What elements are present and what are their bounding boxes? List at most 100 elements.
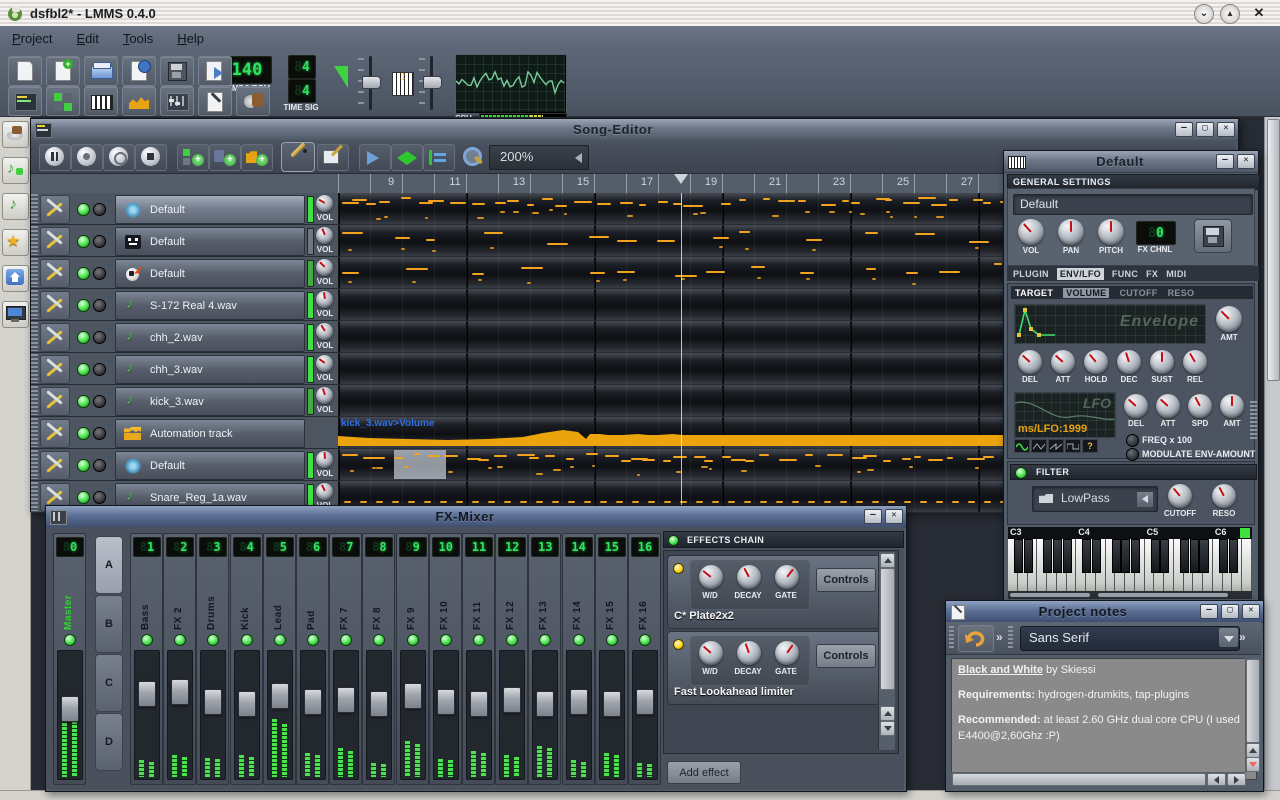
fx-channel-strip[interactable]: 8 8 FX 8 <box>362 533 396 785</box>
notes-hscroll-handle[interactable] <box>952 773 1206 786</box>
effect-knob-w-d[interactable] <box>699 565 723 589</box>
new-project-button[interactable] <box>8 56 42 86</box>
open-project-button[interactable] <box>84 56 118 86</box>
instrument-vol-knob[interactable] <box>1018 219 1044 245</box>
piano-black-key[interactable] <box>1150 539 1160 573</box>
instrument-tab-bar[interactable]: PLUGIN ENV/LFO FUNC FX MIDI <box>1007 266 1259 281</box>
fx-channel-strip[interactable]: 8 9 FX 9 <box>395 533 429 785</box>
notes-toolbar-grip2[interactable] <box>1008 626 1013 650</box>
notes-scroll-down-button[interactable] <box>1246 757 1260 772</box>
fx-channel-number-display[interactable]: 16 <box>631 537 659 557</box>
fx-channel-strip[interactable]: 8 7 FX 7 <box>329 533 363 785</box>
notes-horizontal-scrollbar[interactable] <box>951 772 1246 786</box>
instrument-resize-grip[interactable] <box>1250 401 1257 441</box>
track-mute-led[interactable] <box>77 235 90 248</box>
fx-channel-mute-led[interactable] <box>207 634 220 646</box>
fx-mixer-window-minimize-button[interactable]: – <box>864 509 882 524</box>
track-grip-handle[interactable] <box>31 194 38 223</box>
octave-label[interactable]: C6 <box>1215 527 1227 537</box>
timeline-number[interactable]: 19 <box>701 176 721 188</box>
effects-list[interactable]: W/D DECAY GATE Controls C* Plate2x2 W/D DECAY G… <box>663 550 899 754</box>
track-tools-button[interactable] <box>40 323 70 352</box>
fx-channel-fader-slot[interactable] <box>333 650 360 780</box>
track-name-plate[interactable]: ♪ kick_3.wav <box>115 387 305 416</box>
fx-channel-fader-slot[interactable] <box>200 650 227 780</box>
track-volume-label[interactable]: VOL <box>312 245 338 254</box>
piano-scroll-left[interactable] <box>1010 593 1090 597</box>
env-sust-knob[interactable] <box>1150 350 1174 374</box>
effects-chain-panel[interactable]: EFFECTS CHAIN W/D DECAY GATE Controls C* Plat… <box>663 531 904 786</box>
fx-channel-mute-led[interactable] <box>473 634 485 646</box>
track-volume-knob[interactable] <box>316 291 333 308</box>
filter-combo-arrow-button[interactable] <box>1136 491 1154 508</box>
fx-mixer-window-titlebar[interactable]: FX-Mixer – ✕ <box>46 506 906 528</box>
fx-channel-fader-handle[interactable] <box>337 687 356 713</box>
master-pitch-handle[interactable] <box>423 76 442 89</box>
fx-channel-number-display[interactable]: 15 <box>597 537 626 557</box>
sidebar-my-samples-button[interactable]: ♪ <box>2 193 29 220</box>
piano-black-key[interactable] <box>1092 539 1102 573</box>
fx-channel-fader-slot[interactable] <box>57 650 83 780</box>
piano-roll-button[interactable] <box>84 86 118 116</box>
fx-channel-number-display[interactable]: 83 <box>199 537 228 557</box>
effect-knob-label[interactable]: GATE <box>763 591 809 600</box>
undo-button[interactable] <box>958 625 994 652</box>
effect-knob-label[interactable]: GATE <box>763 667 809 676</box>
lfo-random-wave-button[interactable]: ? <box>1082 439 1098 453</box>
track-grip-handle[interactable] <box>31 450 38 479</box>
fx-channel-strip[interactable]: 8 2 FX 2 <box>163 533 197 785</box>
effect-knob-gate[interactable] <box>775 641 799 665</box>
fx-channel-strip[interactable]: 8 1 Bass <box>130 533 163 785</box>
lfo-att-knob[interactable] <box>1156 394 1180 418</box>
fx-channel-strip[interactable]: 8 5 Lead <box>262 533 296 785</box>
song-editor-window-maximize-button[interactable]: ▢ <box>1196 122 1214 137</box>
window-titlebar[interactable]: dsfbl2* - LMMS 0.4.0 ⌄ ▴ ✕ <box>0 0 1280 26</box>
track-volume-knob[interactable] <box>316 451 333 468</box>
recently-opened-projects-button[interactable] <box>122 56 156 86</box>
notes-scroll-up-button[interactable] <box>1246 743 1260 758</box>
fx-channel-fader-handle[interactable] <box>61 696 79 722</box>
general-settings-group[interactable]: Default VOL PAN PITCH 8 0 FX CHNL <box>1007 188 1255 266</box>
fx-channel-mute-led[interactable] <box>506 634 519 646</box>
track-solo-knob[interactable] <box>93 491 106 504</box>
project-notes-window-close-button[interactable]: ✕ <box>1242 604 1260 619</box>
track-tools-button[interactable] <box>40 451 70 480</box>
edit-mode-button[interactable] <box>317 144 349 171</box>
fx-channel-fader-handle[interactable] <box>602 691 621 717</box>
master-volume-handle[interactable] <box>362 76 381 89</box>
project-notes-window-maximize-button[interactable]: ▢ <box>1221 604 1239 619</box>
fx-channel-strip[interactable]: 8 4 Kick <box>229 533 263 785</box>
env-amount-knob[interactable] <box>1216 306 1242 332</box>
env-dec-knob[interactable] <box>1117 350 1141 374</box>
fx-channel-fader-handle[interactable] <box>470 691 488 717</box>
lfo-saw-wave-button[interactable] <box>1048 439 1064 453</box>
track-volume-knob[interactable] <box>316 355 333 372</box>
workspace-vscroll-handle[interactable] <box>1267 119 1280 381</box>
sidebar-my-home-button[interactable] <box>2 265 29 292</box>
fx-channel-number-display[interactable]: 81 <box>133 537 161 557</box>
effects-scroll-pageup-button[interactable] <box>880 706 895 721</box>
filter-group[interactable]: FILTER LowPass CUTOFF RESO <box>1007 461 1257 525</box>
fx-channel-strip[interactable]: 8 0 Master <box>53 533 86 785</box>
track-mute-led[interactable] <box>77 331 90 344</box>
track-solo-knob[interactable] <box>93 427 106 440</box>
timeline-number[interactable]: 11 <box>445 176 465 188</box>
add-effect-button[interactable]: Add effect <box>667 761 741 784</box>
fx-mixer-window[interactable]: FX-Mixer – ✕ 8 0 Master A B C D 8 1 Bass 8 2 FX 2 8 3 Drum… <box>45 505 907 792</box>
track-name-plate[interactable]: ♪ S-172 Real 4.wav <box>115 291 305 320</box>
instrument-name-field[interactable]: Default <box>1013 194 1253 215</box>
track-grip-handle[interactable] <box>31 226 38 255</box>
fx-channel-fader-slot[interactable] <box>134 650 160 780</box>
filter-cutoff-knob[interactable] <box>1168 484 1192 508</box>
timeline-number[interactable]: 25 <box>893 176 913 188</box>
fx-channel-number-display[interactable]: 11 <box>465 537 493 557</box>
octave-label[interactable]: C5 <box>1147 527 1159 537</box>
lfo-spd-knob[interactable] <box>1188 394 1212 418</box>
fx-channel-fader-slot[interactable] <box>266 650 293 780</box>
piano-black-key[interactable] <box>1111 539 1121 573</box>
menu-tools[interactable]: Tools <box>111 29 165 48</box>
track-volume-label[interactable]: VOL <box>312 341 338 350</box>
notes-vscroll-handle[interactable] <box>1246 659 1260 743</box>
fx-channel-strip[interactable]: 13 FX 13 <box>528 533 562 785</box>
lfo-modulate-checkbox[interactable] <box>1126 448 1139 461</box>
